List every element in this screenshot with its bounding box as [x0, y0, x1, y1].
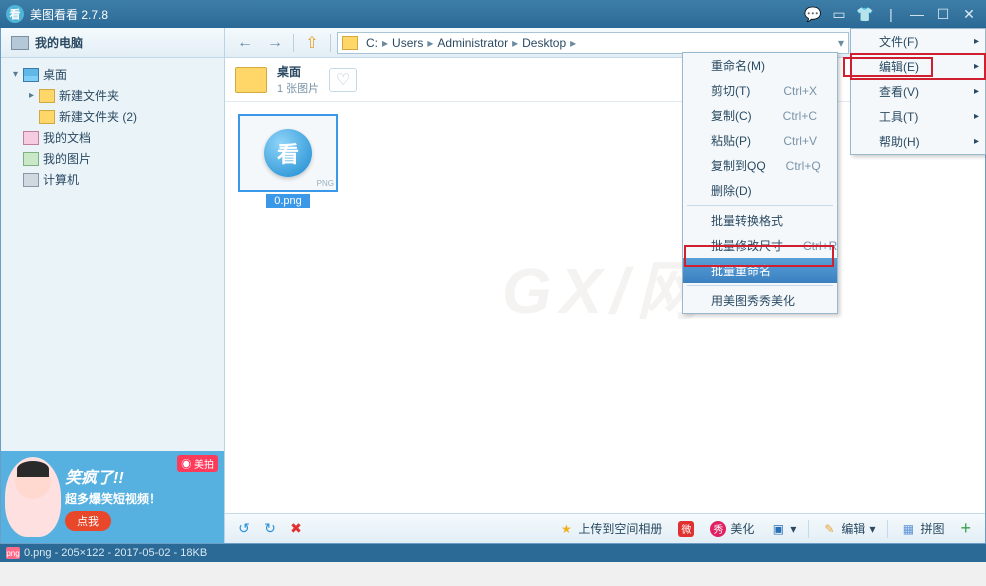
pencil-icon: ✎ [821, 521, 837, 537]
up-button[interactable]: ⇧ [300, 32, 324, 54]
computer-icon [11, 36, 29, 50]
favorite-button[interactable]: ♡ [329, 68, 357, 92]
tree-item-folder[interactable]: 新建文件夹 (2) [5, 106, 220, 127]
breadcrumb-part[interactable]: Administrator [435, 36, 510, 50]
beautify-button[interactable]: 秀美化 [706, 518, 758, 539]
menu-cut[interactable]: 剪切(T)Ctrl+X [683, 78, 837, 103]
pictures-icon [23, 152, 39, 166]
sidebar-header[interactable]: 我的电脑 [1, 28, 224, 58]
bottom-toolbar: ↺ ↻ ✖ ★上传到空间相册 微 秀美化 ▣▾ ✎编辑▾ ▦拼图 + [225, 513, 985, 543]
folder-name: 桌面 [277, 63, 319, 80]
desktop-icon [23, 68, 39, 82]
crop-icon: ▣ [770, 521, 786, 537]
breadcrumb-dropdown-icon[interactable]: ▾ [838, 36, 844, 50]
shirt-icon[interactable]: 👕 [854, 5, 876, 23]
tree-item-pictures[interactable]: 我的图片 [5, 148, 220, 169]
divider-icon: | [880, 5, 902, 23]
thumbnail-item[interactable]: 看 PNG 0.png [237, 114, 339, 208]
menu-delete[interactable]: 删除(D) [683, 178, 837, 203]
edit-button[interactable]: ✎编辑▾ [817, 518, 879, 539]
maximize-button[interactable]: ☐ [932, 5, 954, 23]
breadcrumb-part[interactable]: Desktop [520, 36, 568, 50]
watermark: GX/网 [502, 240, 708, 332]
menu-help[interactable]: 帮助(H)▸ [851, 129, 985, 154]
folder-icon [235, 67, 267, 93]
menu-file[interactable]: 文件(F)▸ [851, 29, 985, 54]
file-ext-label: PNG [317, 179, 334, 188]
xiuxiu-icon: 秀 [710, 521, 726, 537]
collage-icon: ▦ [900, 521, 916, 537]
file-type-icon: png [6, 547, 20, 559]
tree-item-computer[interactable]: 计算机 [5, 169, 220, 190]
menu-edit[interactable]: 编辑(E)▸ [851, 54, 985, 79]
close-button[interactable]: ✕ [958, 5, 980, 23]
folder-icon [342, 36, 358, 50]
menu-copy[interactable]: 复制(C)Ctrl+C [683, 103, 837, 128]
titlebar: 看 美图看看 2.7.8 💬 ▭ 👕 | — ☐ ✕ [0, 0, 986, 28]
crop-button[interactable]: ▣▾ [766, 519, 800, 539]
ad-button[interactable]: 点我 [65, 511, 111, 531]
chat-icon[interactable]: 💬 [802, 5, 824, 23]
app-title: 美图看看 2.7.8 [30, 6, 802, 23]
menu-copy-qq[interactable]: 复制到QQCtrl+Q [683, 153, 837, 178]
image-count: 1 张图片 [277, 80, 319, 96]
thumbnail-filename: 0.png [266, 194, 310, 208]
breadcrumb-part[interactable]: Users [390, 36, 425, 50]
menu-xiuxiu[interactable]: 用美图秀秀美化 [683, 288, 837, 313]
statusbar: png 0.png - 205×122 - 2017-05-02 - 18KB [0, 544, 986, 562]
upload-button[interactable]: ★上传到空间相册 [554, 518, 666, 539]
thumbnail-image[interactable]: 看 PNG [238, 114, 338, 192]
status-text: 0.png - 205×122 - 2017-05-02 - 18KB [24, 547, 207, 559]
menu-rename[interactable]: 重命名(M) [683, 53, 837, 78]
image-badge: 看 [264, 129, 312, 177]
folder-icon [39, 89, 55, 103]
weibo-icon: 微 [678, 521, 694, 537]
folder-tree: ▾桌面 ▸新建文件夹 新建文件夹 (2) 我的文档 我的图片 计算机 [1, 58, 224, 451]
ad-line1: 笑疯了!! [65, 464, 161, 488]
ad-line2: 超多爆笑短视频！ [65, 490, 161, 507]
edit-submenu: 重命名(M) 剪切(T)Ctrl+X 复制(C)Ctrl+C 粘贴(P)Ctrl… [682, 52, 838, 314]
main-menu: 文件(F)▸ 编辑(E)▸ 查看(V)▸ 工具(T)▸ 帮助(H)▸ [850, 28, 986, 155]
pc-icon [23, 173, 39, 187]
breadcrumb-drive[interactable]: C: [364, 36, 380, 50]
minimize-button[interactable]: — [906, 5, 928, 23]
documents-icon [23, 131, 39, 145]
app-icon: 看 [6, 5, 24, 23]
rotate-ccw-button[interactable]: ↺ [235, 520, 253, 538]
ad-avatar [5, 457, 61, 537]
menu-tools[interactable]: 工具(T)▸ [851, 104, 985, 129]
menu-view[interactable]: 查看(V)▸ [851, 79, 985, 104]
ad-tag: ◉ 美拍 [177, 455, 218, 472]
sidebar-header-label: 我的电脑 [35, 34, 83, 51]
forward-button[interactable]: → [263, 32, 287, 54]
menu-batch-resize[interactable]: 批量修改尺寸Ctrl+R [683, 233, 837, 258]
delete-button[interactable]: ✖ [287, 520, 305, 538]
tree-item-desktop[interactable]: ▾桌面 [5, 64, 220, 85]
star-icon: ★ [558, 521, 574, 537]
sidebar: 我的电脑 ▾桌面 ▸新建文件夹 新建文件夹 (2) 我的文档 我的图片 计算机 … [1, 28, 225, 543]
menu-paste[interactable]: 粘贴(P)Ctrl+V [683, 128, 837, 153]
add-button[interactable]: + [956, 516, 975, 541]
menu-batch-convert[interactable]: 批量转换格式 [683, 208, 837, 233]
folder-icon [39, 110, 55, 124]
thumbnail-area[interactable]: 看 PNG 0.png GX/网 [225, 102, 985, 513]
tree-item-documents[interactable]: 我的文档 [5, 127, 220, 148]
weibo-button[interactable]: 微 [674, 519, 698, 539]
rotate-cw-button[interactable]: ↻ [261, 520, 279, 538]
menu-batch-rename[interactable]: 批量重命名 [683, 258, 837, 283]
tree-item-folder[interactable]: ▸新建文件夹 [5, 85, 220, 106]
advertisement[interactable]: 笑疯了!! 超多爆笑短视频！ 点我 ◉ 美拍 [1, 451, 224, 543]
display-icon[interactable]: ▭ [828, 5, 850, 23]
breadcrumb[interactable]: C:▸ Users▸ Administrator▸ Desktop▸ ▾ [337, 32, 849, 54]
collage-button[interactable]: ▦拼图 [896, 518, 948, 539]
back-button[interactable]: ← [233, 32, 257, 54]
